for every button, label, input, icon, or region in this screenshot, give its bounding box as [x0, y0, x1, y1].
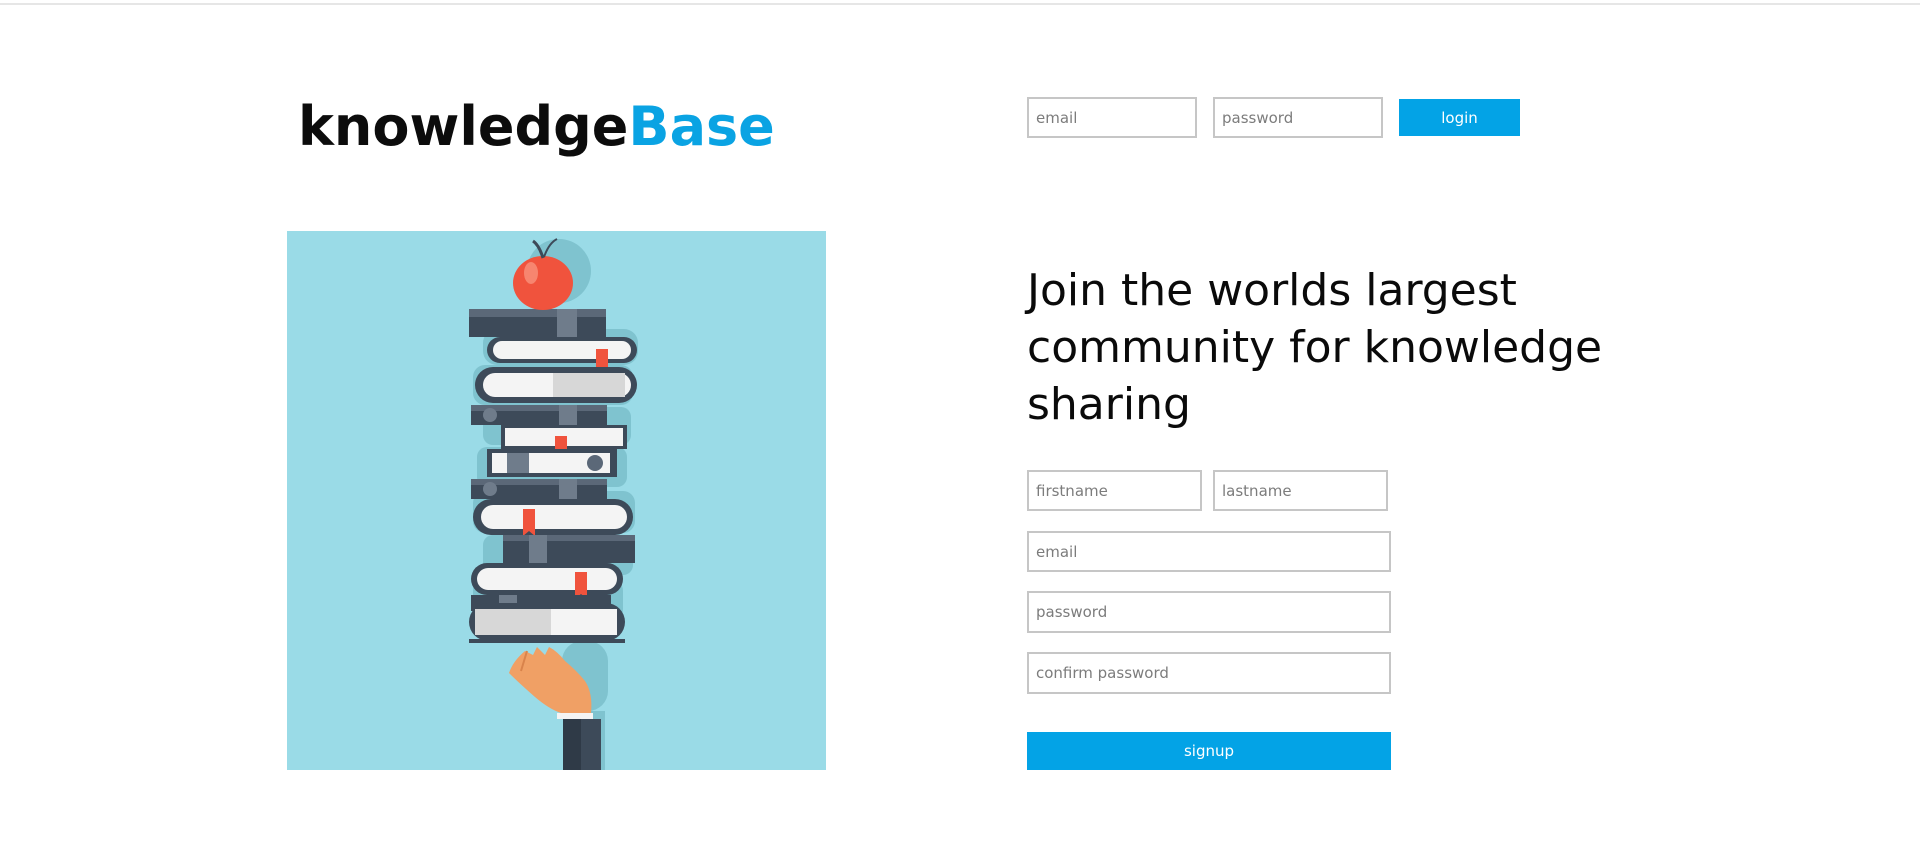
login-email-input[interactable] [1027, 97, 1197, 138]
signup-email-input[interactable] [1027, 531, 1391, 572]
logo-text-base: Base [628, 95, 775, 158]
firstname-input[interactable] [1027, 470, 1202, 511]
confirm-password-input[interactable] [1027, 652, 1391, 694]
logo-text-knowledge: knowledge [298, 95, 629, 158]
lastname-input[interactable] [1213, 470, 1388, 511]
signup-button[interactable]: signup [1027, 732, 1391, 770]
login-password-input[interactable] [1213, 97, 1383, 138]
books-stack-icon [469, 238, 638, 770]
signup-password-input[interactable] [1027, 591, 1391, 633]
logo: knowledgeBase [298, 92, 775, 162]
top-divider [0, 3, 1920, 5]
hero-illustration [287, 231, 826, 770]
login-button[interactable]: login [1399, 99, 1520, 136]
signup-headline: Join the worlds largest community for kn… [1027, 265, 1603, 430]
